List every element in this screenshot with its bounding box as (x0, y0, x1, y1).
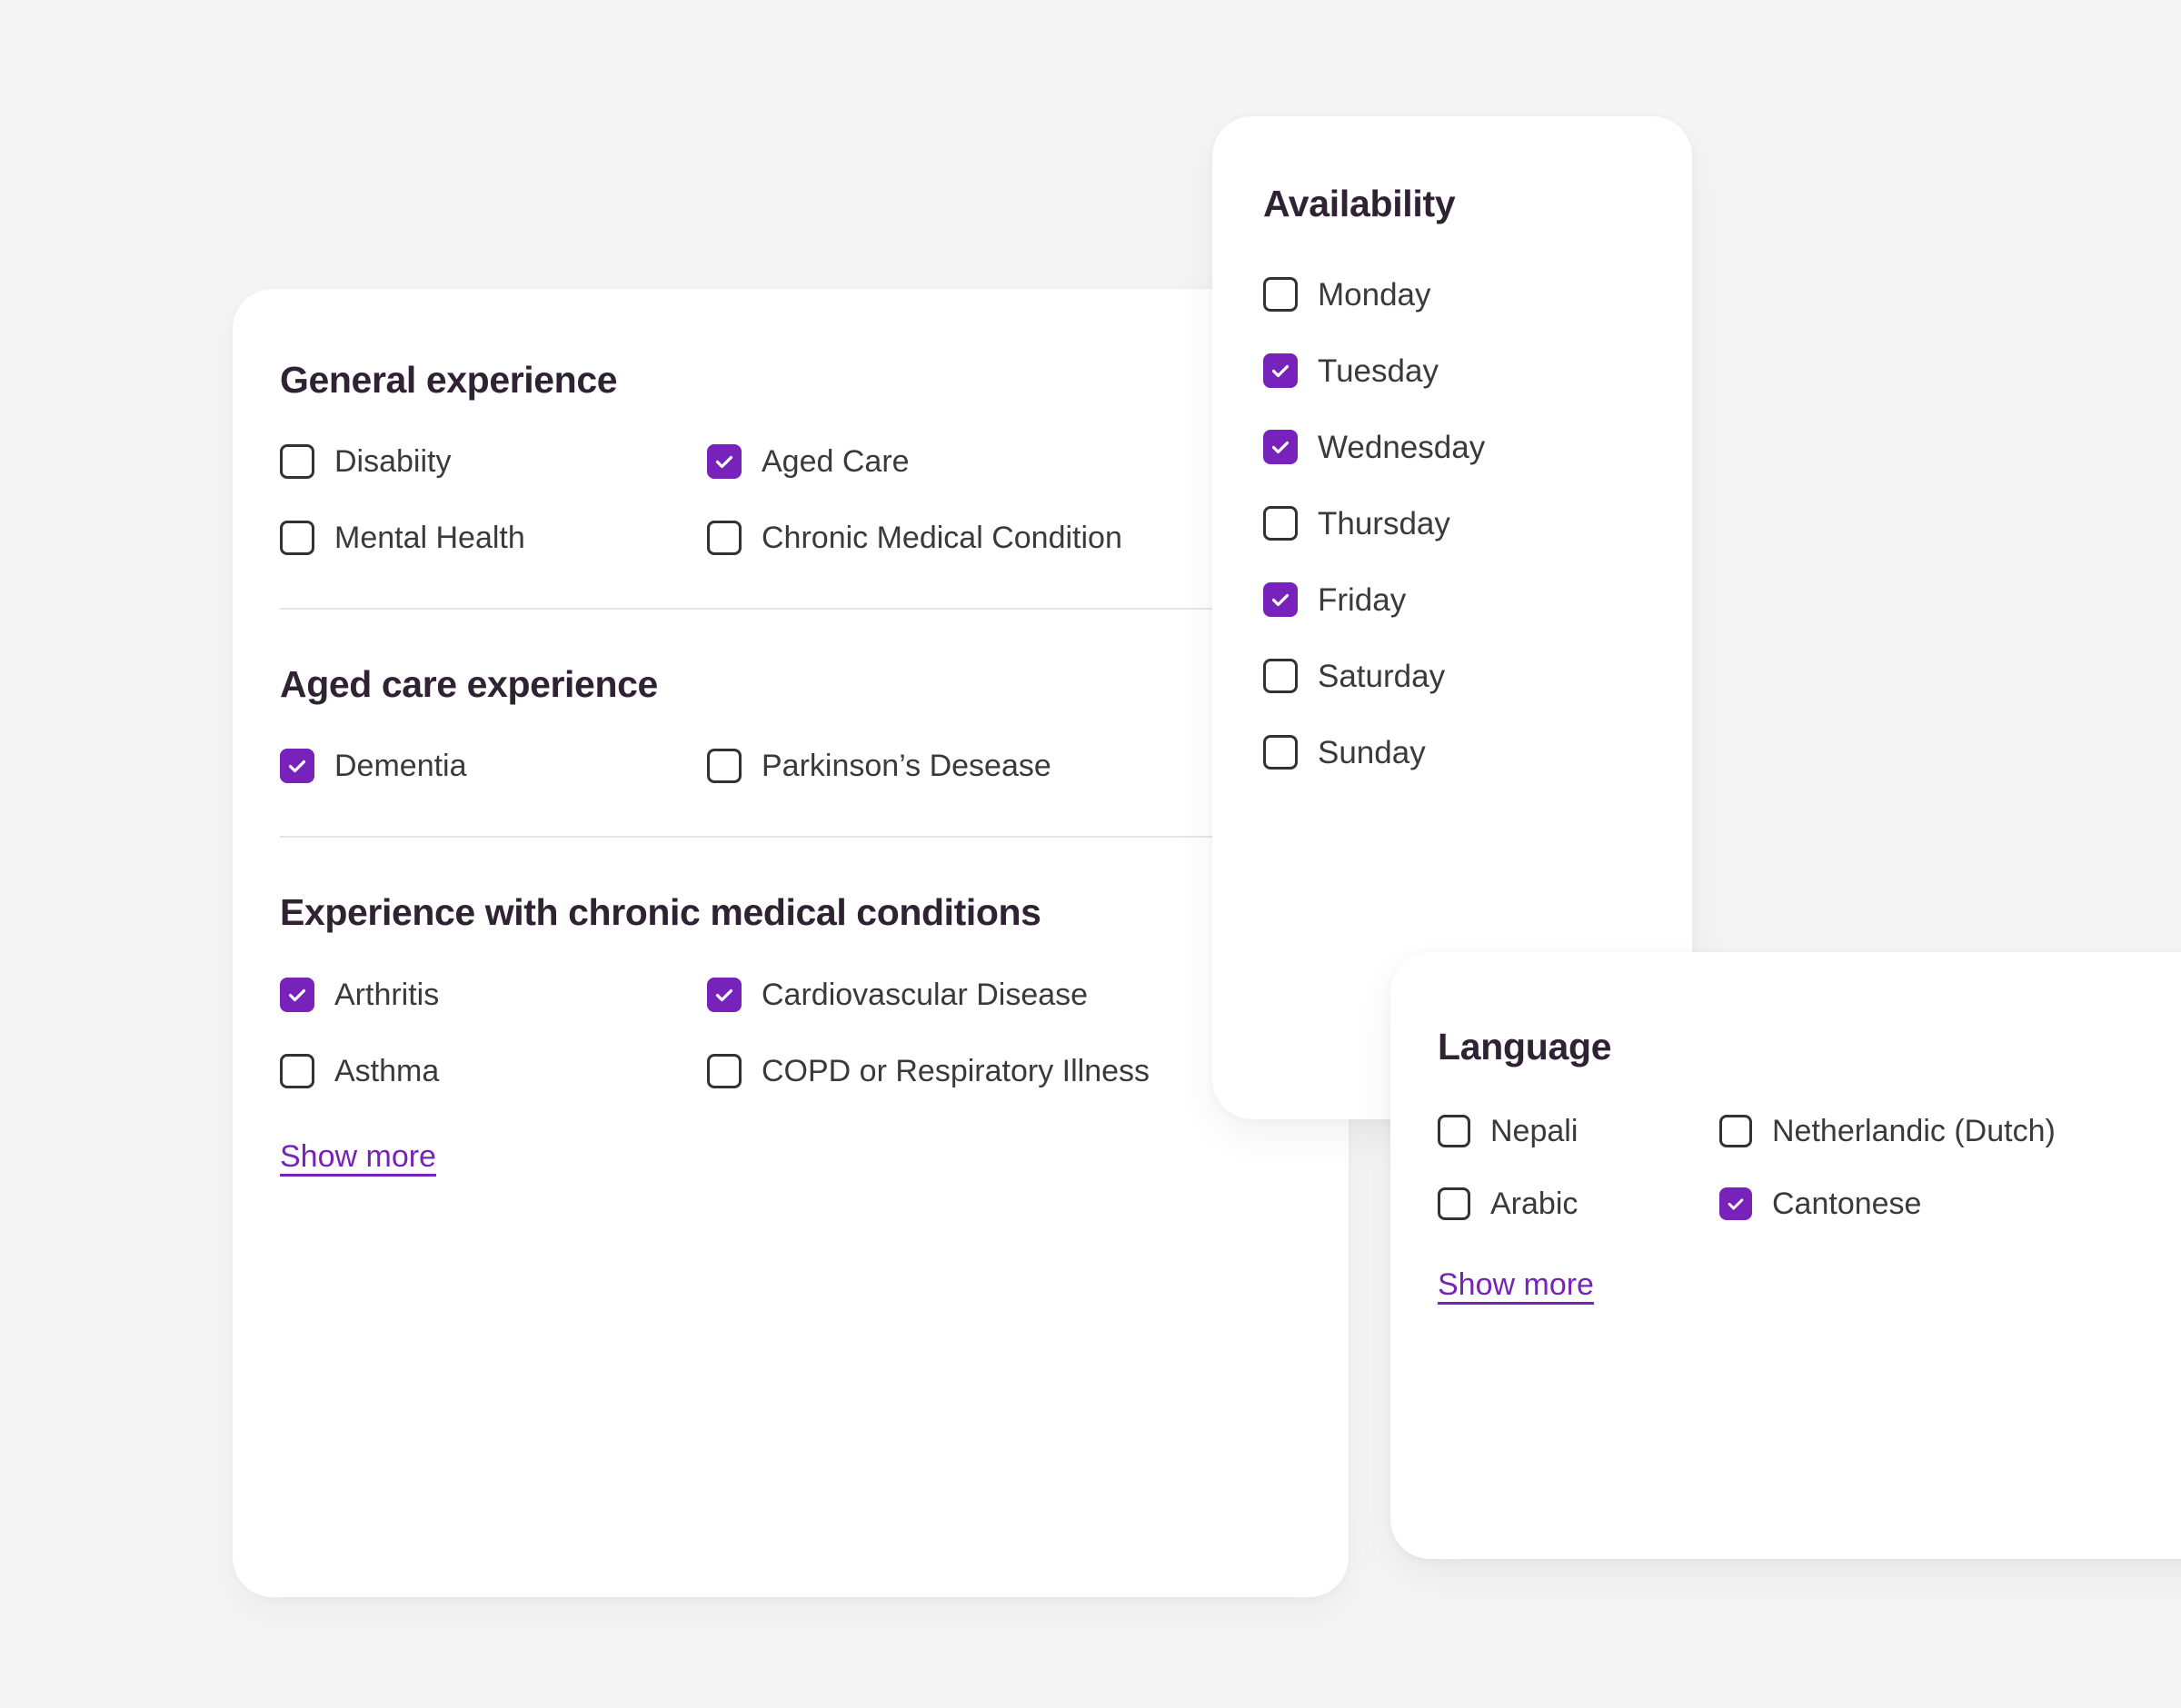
show-more-link-chronic-conditions[interactable]: Show more (280, 1139, 436, 1175)
section-title-general-experience: General experience (280, 359, 618, 401)
checkbox-label: Friday (1318, 581, 1407, 618)
checkbox-unchecked-icon[interactable] (1263, 277, 1298, 313)
checkbox-checked-icon[interactable] (1263, 353, 1298, 389)
chronic-conditions-options: Arthritis Cardiovascular Disease Asthma (280, 977, 1349, 1088)
checkbox-label: Netherlandic (Dutch) (1772, 1114, 2056, 1149)
checkbox-unchecked-icon[interactable] (707, 1053, 742, 1088)
checkbox-label: Cardiovascular Disease (762, 977, 1089, 1012)
checkbox-label: Mental Health (334, 521, 525, 556)
checkbox-row-netherlandic-dutch[interactable]: Netherlandic (Dutch) (1719, 1114, 2181, 1149)
language-options: Nepali Netherlandic (Dutch) Arabic Canto… (1438, 1114, 2181, 1222)
checkbox-label: Saturday (1318, 658, 1446, 694)
checkbox-unchecked-icon[interactable] (1438, 1115, 1470, 1148)
checkbox-row-arthritis[interactable]: Arthritis (280, 977, 707, 1012)
section-title-aged-care-experience: Aged care experience (280, 663, 658, 706)
show-more-link-language[interactable]: Show more (1438, 1267, 1594, 1303)
language-filter-card: Language Nepali Netherlandic (Dutch) Ara… (1390, 952, 2181, 1559)
experience-filter-card: General experience Disabiity Aged Care M… (233, 289, 1349, 1597)
checkbox-row-saturday[interactable]: Saturday (1263, 658, 1692, 694)
checkbox-checked-icon[interactable] (1263, 582, 1298, 618)
checkbox-row-asthma[interactable]: Asthma (280, 1053, 707, 1088)
checkbox-label: COPD or Respiratory Illness (762, 1053, 1150, 1088)
checkbox-label: Thursday (1318, 505, 1450, 541)
checkbox-label: Disabiity (334, 444, 452, 480)
checkbox-row-arabic[interactable]: Arabic (1438, 1187, 1719, 1222)
checkbox-label: Chronic Medical Condition (762, 521, 1122, 556)
panel-title-availability: Availability (1263, 183, 1456, 224)
checkbox-unchecked-icon[interactable] (280, 521, 314, 556)
checkbox-unchecked-icon[interactable] (707, 521, 742, 556)
checkbox-checked-icon[interactable] (280, 977, 314, 1012)
checkbox-row-nepali[interactable]: Nepali (1438, 1114, 1719, 1149)
checkbox-unchecked-icon[interactable] (280, 1053, 314, 1088)
checkbox-row-cantonese[interactable]: Cantonese (1719, 1187, 2181, 1222)
checkbox-row-friday[interactable]: Friday (1263, 581, 1692, 618)
checkbox-label: Monday (1318, 276, 1431, 313)
checkbox-unchecked-icon[interactable] (280, 444, 314, 480)
checkbox-row-monday[interactable]: Monday (1263, 276, 1692, 313)
checkbox-unchecked-icon[interactable] (1263, 659, 1298, 694)
checkbox-unchecked-icon[interactable] (1438, 1187, 1470, 1221)
checkbox-label: Asthma (334, 1053, 440, 1088)
general-experience-options: Disabiity Aged Care Mental Health Chroni… (280, 444, 1349, 556)
checkbox-row-sunday[interactable]: Sunday (1263, 735, 1692, 770)
checkbox-row-mental-health[interactable]: Mental Health (280, 521, 707, 556)
checkbox-label: Aged Care (762, 444, 910, 480)
aged-care-experience-options: Dementia Parkinson’s Desease (280, 749, 1349, 784)
checkbox-checked-icon[interactable] (280, 749, 314, 784)
checkbox-unchecked-icon[interactable] (1263, 506, 1298, 541)
screen-root: General experience Disabiity Aged Care M… (0, 0, 2181, 1708)
checkbox-label: Arthritis (334, 977, 440, 1012)
checkbox-unchecked-icon[interactable] (1263, 735, 1298, 770)
checkbox-label: Cantonese (1772, 1187, 1922, 1222)
checkbox-label: Sunday (1318, 734, 1426, 770)
checkbox-label: Tuesday (1318, 353, 1439, 389)
checkbox-label: Dementia (334, 749, 467, 784)
availability-options: Monday Tuesday Wednesday Thursday Friday… (1263, 277, 1692, 770)
section-divider (280, 608, 1298, 611)
checkbox-label: Nepali (1490, 1114, 1578, 1149)
checkbox-row-tuesday[interactable]: Tuesday (1263, 353, 1692, 389)
checkbox-unchecked-icon[interactable] (1719, 1115, 1752, 1148)
checkbox-row-disability[interactable]: Disabiity (280, 444, 707, 480)
checkbox-label: Wednesday (1318, 429, 1486, 465)
section-title-chronic-medical-conditions: Experience with chronic medical conditio… (280, 891, 1041, 934)
checkbox-checked-icon[interactable] (707, 977, 742, 1012)
checkbox-label: Parkinson’s Desease (762, 749, 1051, 784)
checkbox-checked-icon[interactable] (1719, 1187, 1752, 1221)
checkbox-row-dementia[interactable]: Dementia (280, 749, 707, 784)
checkbox-unchecked-icon[interactable] (707, 749, 742, 784)
section-divider (280, 836, 1298, 839)
checkbox-label: Arabic (1490, 1187, 1578, 1222)
checkbox-checked-icon[interactable] (1263, 430, 1298, 465)
checkbox-row-thursday[interactable]: Thursday (1263, 506, 1692, 541)
checkbox-checked-icon[interactable] (707, 444, 742, 480)
checkbox-row-wednesday[interactable]: Wednesday (1263, 429, 1692, 465)
panel-title-language: Language (1438, 1026, 1612, 1068)
